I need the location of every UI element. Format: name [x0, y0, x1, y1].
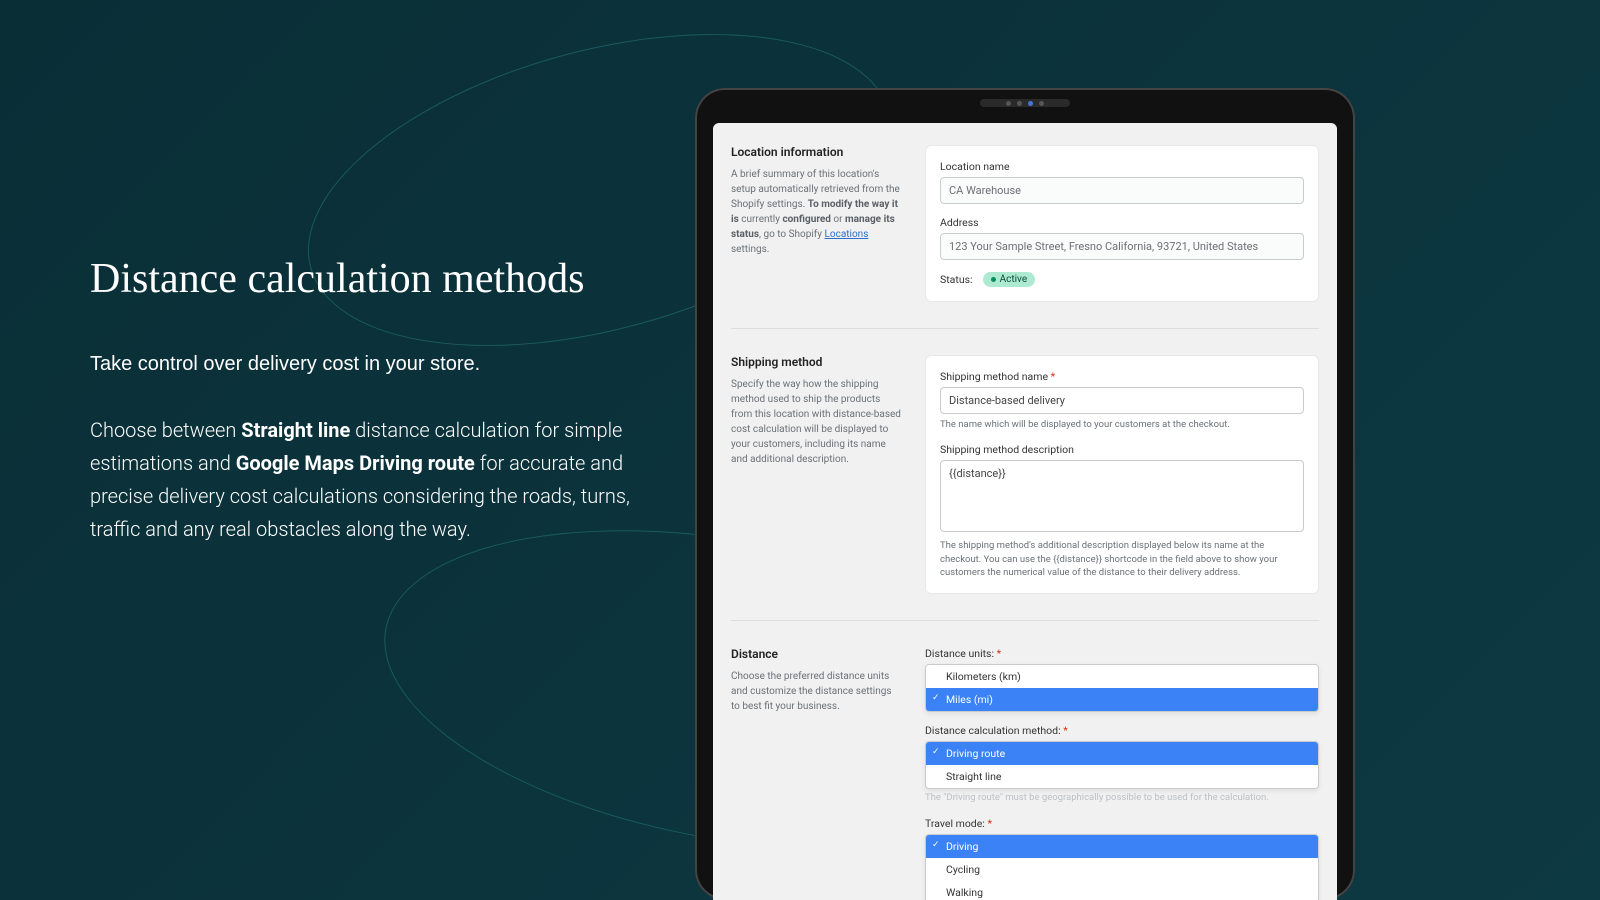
address-label: Address	[940, 216, 1304, 229]
shipping-name-label: Shipping method name *	[940, 370, 1304, 383]
text: Choose between	[90, 418, 241, 442]
hero-subtitle: Take control over delivery cost in your …	[90, 353, 650, 376]
hero-body: Choose between Straight line distance ca…	[90, 414, 650, 546]
locations-link[interactable]: Locations	[825, 229, 869, 240]
shipping-name-help: The name which will be displayed to your…	[940, 418, 1304, 431]
location-name-input[interactable]	[940, 177, 1304, 204]
tablet-notch	[980, 99, 1070, 107]
shipping-name-input[interactable]	[940, 387, 1304, 414]
required-asterisk-icon: *	[1063, 724, 1068, 737]
shipping-desc-textarea[interactable]: {{distance}}	[940, 460, 1304, 532]
travel-mode-option-driving[interactable]: Driving	[926, 835, 1318, 858]
text-bold: Google Maps Driving route	[236, 451, 475, 475]
status-dot-icon	[991, 277, 996, 282]
section-desc-distance: Choose the preferred distance units and …	[731, 669, 901, 714]
distance-units-dropdown[interactable]: Kilometers (km) Miles (mi)	[925, 664, 1319, 712]
status-label: Status:	[940, 273, 973, 286]
distance-units-label: Distance units: *	[925, 647, 1319, 660]
travel-mode-dropdown[interactable]: Driving Cycling Walking	[925, 834, 1319, 900]
required-asterisk-icon: *	[987, 817, 992, 830]
required-asterisk-icon: *	[997, 647, 1002, 660]
tablet-frame: Location information A brief summary of …	[695, 88, 1355, 900]
required-asterisk-icon: *	[1051, 370, 1056, 383]
calc-method-dropdown[interactable]: Driving route Straight line	[925, 741, 1319, 789]
section-title-shipping: Shipping method	[731, 355, 901, 369]
section-title-distance: Distance	[731, 647, 901, 661]
distance-units-option-mi[interactable]: Miles (mi)	[926, 688, 1318, 711]
address-input[interactable]	[940, 233, 1304, 260]
status-badge: Active	[983, 272, 1036, 287]
travel-mode-option-walking[interactable]: Walking	[926, 881, 1318, 900]
calc-method-option-straight[interactable]: Straight line	[926, 765, 1318, 788]
travel-mode-option-cycling[interactable]: Cycling	[926, 858, 1318, 881]
hero-title: Distance calculation methods	[90, 255, 650, 303]
calc-method-help: The "Driving route" must be geographical…	[925, 792, 1319, 804]
section-desc-shipping: Specify the way how the shipping method …	[731, 377, 901, 467]
location-name-label: Location name	[940, 160, 1304, 173]
tablet-screen: Location information A brief summary of …	[713, 123, 1337, 900]
travel-mode-label: Travel mode: *	[925, 817, 1319, 830]
calc-method-option-driving[interactable]: Driving route	[926, 742, 1318, 765]
section-desc-location: A brief summary of this location's setup…	[731, 167, 901, 257]
shipping-desc-help: The shipping method's additional descrip…	[940, 539, 1304, 579]
text-bold: Straight line	[241, 418, 350, 442]
distance-units-option-km[interactable]: Kilometers (km)	[926, 665, 1318, 688]
calc-method-label: Distance calculation method: *	[925, 724, 1319, 737]
section-title-location: Location information	[731, 145, 901, 159]
shipping-desc-label: Shipping method description	[940, 443, 1304, 456]
